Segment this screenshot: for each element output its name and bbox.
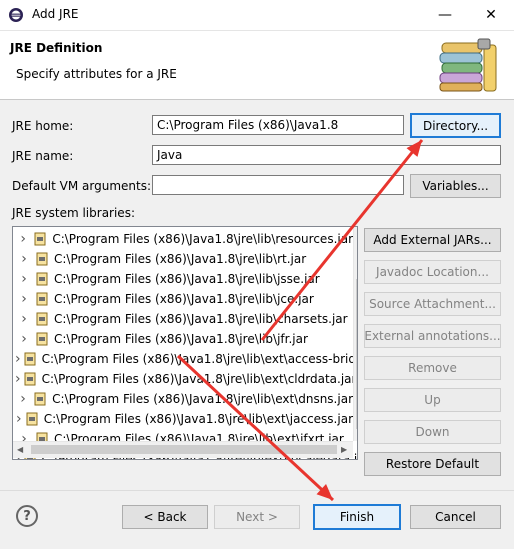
window-title: Add JRE <box>32 7 79 21</box>
up-button[interactable]: Up <box>364 388 501 412</box>
jre-home-input[interactable]: C:\Program Files (x86)\Java1.8 <box>152 115 404 135</box>
library-path: C:\Program Files (x86)\Java1.8\jre\lib\e… <box>41 372 357 386</box>
expand-chevron-icon[interactable]: › <box>15 351 21 367</box>
header-title: JRE Definition <box>10 41 103 55</box>
variables-button[interactable]: Variables... <box>410 174 501 198</box>
remove-button[interactable]: Remove <box>364 356 501 380</box>
vm-args-input[interactable] <box>152 175 404 195</box>
dialog-header: JRE Definition Specify attributes for a … <box>0 31 514 100</box>
expand-chevron-icon[interactable]: › <box>15 251 33 267</box>
library-path: C:\Program Files (x86)\Java1.8\jre\lib\j… <box>54 332 308 346</box>
expand-chevron-icon[interactable]: › <box>15 371 21 387</box>
library-row[interactable]: › C:\Program Files (x86)\Java1.8\jre\lib\… <box>13 229 353 249</box>
library-path: C:\Program Files (x86)\Java1.8\jre\lib\e… <box>52 392 353 406</box>
library-path: C:\Program Files (x86)\Java1.8\jre\lib\r… <box>52 232 353 246</box>
library-row[interactable]: › C:\Program Files (x86)\Java1.8\jre\lib\… <box>13 249 353 269</box>
vertical-scroll-thumb[interactable] <box>356 279 357 429</box>
library-row[interactable]: › C:\Program Files (x86)\Java1.8\jre\lib\… <box>13 329 353 349</box>
expand-chevron-icon[interactable]: › <box>15 411 23 427</box>
expand-chevron-icon[interactable]: › <box>15 331 33 347</box>
help-icon[interactable]: ? <box>16 505 38 527</box>
horizontal-scroll-thumb[interactable] <box>31 445 337 454</box>
jar-file-icon <box>34 232 46 246</box>
cancel-button[interactable]: Cancel <box>410 505 501 529</box>
restore-default-button[interactable]: Restore Default <box>364 452 501 476</box>
jre-name-label: JRE name: <box>12 149 74 163</box>
library-row[interactable]: › C:\Program Files (x86)\Java1.8\jre\lib\… <box>13 409 353 429</box>
expand-chevron-icon[interactable]: › <box>15 391 31 407</box>
jar-file-icon <box>36 252 48 266</box>
arrow-to-finish-head <box>316 483 333 500</box>
jar-file-icon <box>24 352 36 366</box>
close-icon: ✕ <box>485 7 497 23</box>
expand-chevron-icon[interactable]: › <box>15 231 31 247</box>
library-row[interactable]: › C:\Program Files (x86)\Java1.8\jre\lib\… <box>13 309 353 329</box>
jar-file-icon <box>24 372 36 386</box>
footer-divider <box>0 490 514 491</box>
library-row[interactable]: › C:\Program Files (x86)\Java1.8\jre\lib\… <box>13 289 353 309</box>
external-annotations-button[interactable]: External annotations... <box>364 324 501 348</box>
add-external-jars-button[interactable]: Add External JARs... <box>364 228 501 252</box>
library-row[interactable]: › C:\Program Files (x86)\Java1.8\jre\lib\… <box>13 269 353 289</box>
vm-args-label: Default VM arguments: <box>12 179 152 193</box>
back-button[interactable]: < Back <box>122 505 208 529</box>
close-button[interactable]: ✕ <box>468 0 514 30</box>
jar-file-icon <box>36 332 48 346</box>
minimize-button[interactable]: — <box>422 0 468 30</box>
library-path: C:\Program Files (x86)\Java1.8\jre\lib\j… <box>54 292 314 306</box>
javadoc-location-button[interactable]: Javadoc Location... <box>364 260 501 284</box>
finish-button[interactable]: Finish <box>313 504 401 530</box>
title-bar: Add JRE — ✕ <box>0 0 514 31</box>
expand-chevron-icon[interactable]: › <box>15 291 33 307</box>
jar-file-icon <box>36 312 48 326</box>
books-icon <box>439 38 497 92</box>
libraries-label: JRE system libraries: <box>12 206 135 220</box>
library-row[interactable]: › C:\Program Files (x86)\Java1.8\jre\lib\… <box>13 389 353 409</box>
library-list[interactable]: › C:\Program Files (x86)\Java1.8\jre\lib\… <box>12 226 358 460</box>
jar-file-icon <box>36 292 48 306</box>
scroll-right-arrow-icon[interactable]: ▶ <box>341 445 347 454</box>
library-path: C:\Program Files (x86)\Java1.8\jre\lib\c… <box>54 312 348 326</box>
jar-file-icon <box>26 412 38 426</box>
expand-chevron-icon[interactable]: › <box>15 271 33 287</box>
library-path: C:\Program Files (x86)\Java1.8\jre\lib\e… <box>41 352 358 366</box>
library-row[interactable]: › C:\Program Files (x86)\Java1.8\jre\lib\… <box>13 349 357 369</box>
library-path: C:\Program Files (x86)\Java1.8\jre\lib\j… <box>54 272 320 286</box>
source-attachment-button[interactable]: Source Attachment... <box>364 292 501 316</box>
header-subtitle: Specify attributes for a JRE <box>16 67 177 81</box>
library-path: C:\Program Files (x86)\Java1.8\jre\lib\e… <box>43 412 353 426</box>
library-path: C:\Program Files (x86)\Java1.8\jre\lib\r… <box>54 252 307 266</box>
jar-file-icon <box>36 272 48 286</box>
jre-home-label: JRE home: <box>12 119 74 133</box>
next-button[interactable]: Next > <box>214 505 300 529</box>
minimize-icon: — <box>438 7 452 23</box>
eclipse-app-icon <box>9 8 23 22</box>
jar-file-icon <box>34 392 46 406</box>
directory-button[interactable]: Directory... <box>410 113 501 138</box>
expand-chevron-icon[interactable]: › <box>15 311 33 327</box>
jre-name-input[interactable]: Java <box>152 145 501 165</box>
down-button[interactable]: Down <box>364 420 501 444</box>
library-row[interactable]: › C:\Program Files (x86)\Java1.8\jre\lib\… <box>13 369 356 389</box>
scroll-left-arrow-icon[interactable]: ◀ <box>17 445 23 454</box>
